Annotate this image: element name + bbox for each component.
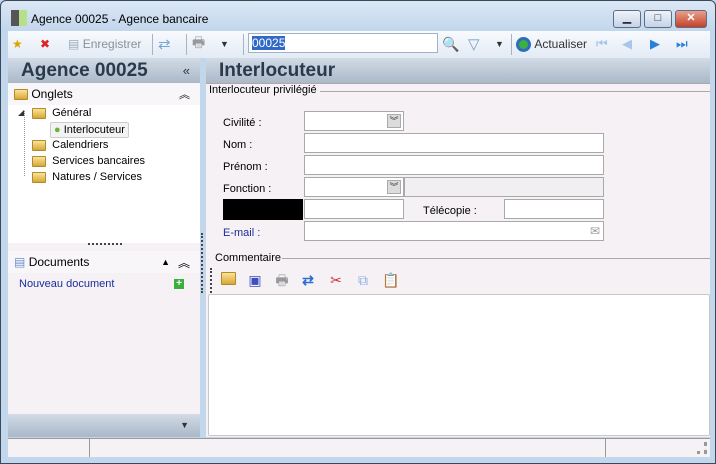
tree-label: Interlocuteur: [63, 124, 125, 136]
left-panel: Onglets ︽ ◢ Général ● Interlocuteur Calen…: [8, 83, 200, 414]
print-dropdown-icon[interactable]: ▼: [220, 35, 229, 53]
open-folder-icon[interactable]: [219, 271, 237, 289]
save-button[interactable]: ▤ Enregistrer: [68, 35, 141, 53]
tree-label: Natures / Services: [52, 171, 142, 183]
documents-label: Documents: [28, 255, 90, 269]
onglets-label: Onglets: [31, 87, 73, 101]
redacted-label: [223, 199, 303, 220]
toolbar: ★ ✖ ▤ Enregistrer ⇄ 🖶 ▼ 00025 🔍 ▽ ▼ Actu…: [8, 31, 710, 58]
collapse-up-icon[interactable]: ▲: [161, 257, 170, 267]
paste-icon[interactable]: 📋: [382, 271, 400, 289]
copy-icon[interactable]: ⧉: [354, 271, 372, 289]
folder-icon: [32, 139, 46, 151]
group-label: Interlocuteur privilégié: [209, 84, 320, 96]
nom-label: Nom :: [223, 139, 253, 151]
splitter-handle[interactable]: [88, 243, 122, 245]
tree-item-services-bancaires[interactable]: Services bancaires: [32, 155, 145, 167]
folder-icon: [32, 171, 46, 183]
email-label[interactable]: E-mail :: [223, 227, 260, 239]
first-record-icon[interactable]: ⏮: [596, 35, 608, 53]
vertical-splitter[interactable]: [201, 233, 203, 293]
panel-footer: ▼: [8, 414, 200, 437]
civilite-select[interactable]: ︾: [304, 111, 404, 131]
save-label: Enregistrer: [82, 37, 142, 51]
documents-header[interactable]: ▤ Documents ▲ ︽: [8, 251, 200, 273]
agency-title: Agence 00025: [21, 60, 148, 81]
print-icon[interactable]: 🖶: [273, 271, 291, 289]
fonction-select[interactable]: ︾: [304, 177, 404, 197]
cut-icon[interactable]: ✂: [327, 271, 345, 289]
tree-item-interlocuteur[interactable]: ● Interlocuteur: [50, 122, 129, 138]
tree-label: Calendriers: [52, 139, 109, 151]
telecopie-field[interactable]: [504, 199, 604, 219]
new-document-link[interactable]: Nouveau document: [19, 278, 114, 290]
person-icon: ●: [54, 124, 61, 136]
email-field[interactable]: ✉: [304, 221, 604, 241]
filter-dropdown-icon[interactable]: ▼: [495, 35, 504, 53]
mail-icon[interactable]: ✉: [590, 224, 600, 238]
save-icon[interactable]: ▣: [246, 271, 264, 289]
delete-icon[interactable]: ✖: [40, 35, 50, 53]
refresh-label: Actualiser: [534, 37, 588, 51]
tree-item-general[interactable]: Général: [32, 107, 91, 119]
refresh-button[interactable]: Actualiser: [516, 35, 587, 53]
window-title: Agence 00025 - Agence bancaire: [31, 12, 209, 26]
civilite-label: Civilité :: [223, 117, 262, 129]
save-icon: ▤: [68, 37, 80, 51]
onglets-header[interactable]: Onglets ︽: [8, 83, 200, 105]
close-button[interactable]: ✕: [675, 10, 707, 28]
search-icon[interactable]: 🔍: [442, 35, 459, 53]
telecopie-label: Télécopie :: [423, 205, 477, 217]
next-record-icon[interactable]: ▶: [650, 35, 660, 53]
fonction-detail-field: [404, 177, 604, 197]
prenom-label: Prénom :: [223, 161, 268, 173]
refresh-icon: [516, 36, 531, 52]
telephone-field[interactable]: [304, 199, 404, 219]
collapse-section-icon[interactable]: ︽: [178, 254, 190, 271]
sync-icon[interactable]: ⇄: [158, 35, 171, 53]
minimize-button[interactable]: ▁: [613, 10, 641, 28]
add-icon[interactable]: +: [174, 279, 184, 289]
fonction-label: Fonction :: [223, 183, 272, 195]
collapse-panel-button[interactable]: «: [183, 58, 190, 83]
new-icon[interactable]: ★: [12, 35, 23, 53]
tree-item-calendriers[interactable]: Calendriers: [32, 139, 108, 151]
tree-label: Services bancaires: [52, 155, 146, 167]
comment-textarea[interactable]: [208, 294, 710, 436]
application-window: Agence 00025 - Agence bancaire ▁ □ ✕ ★ ✖…: [0, 0, 716, 464]
page-title: Interlocuteur: [206, 58, 710, 83]
expand-icon[interactable]: ◢: [18, 108, 24, 117]
resize-grip-icon[interactable]: [697, 442, 707, 454]
maximize-button[interactable]: □: [644, 10, 672, 28]
folder-icon: [32, 155, 46, 167]
chevron-down-icon: ︾: [387, 114, 401, 128]
chevron-down-icon: ︾: [387, 180, 401, 194]
toolbar-grip: [210, 268, 212, 296]
dropdown-icon[interactable]: ▼: [180, 420, 189, 430]
previous-record-icon[interactable]: ◀: [622, 35, 632, 53]
collapse-section-icon[interactable]: ︽: [179, 86, 190, 102]
document-icon: ▤: [14, 255, 26, 269]
filter-icon[interactable]: ▽: [468, 35, 480, 53]
comment-label: Commentaire: [215, 252, 282, 264]
sync-icon[interactable]: ⇄: [299, 271, 317, 289]
prenom-field[interactable]: [304, 155, 604, 175]
print-icon[interactable]: 🖶: [192, 34, 205, 53]
last-record-icon[interactable]: ⏭: [676, 35, 688, 53]
folder-icon: [32, 107, 46, 119]
folder-icon: [14, 88, 28, 100]
tree-label: Général: [52, 107, 92, 119]
tree: ◢ Général ● Interlocuteur Calendriers Se…: [8, 105, 200, 243]
status-bar: [8, 438, 710, 457]
tree-item-natures-services[interactable]: Natures / Services: [32, 171, 142, 183]
search-input[interactable]: 00025: [248, 33, 438, 53]
nom-field[interactable]: [304, 133, 604, 153]
app-icon: [11, 10, 27, 26]
agency-header: Agence 00025 «: [8, 58, 200, 83]
